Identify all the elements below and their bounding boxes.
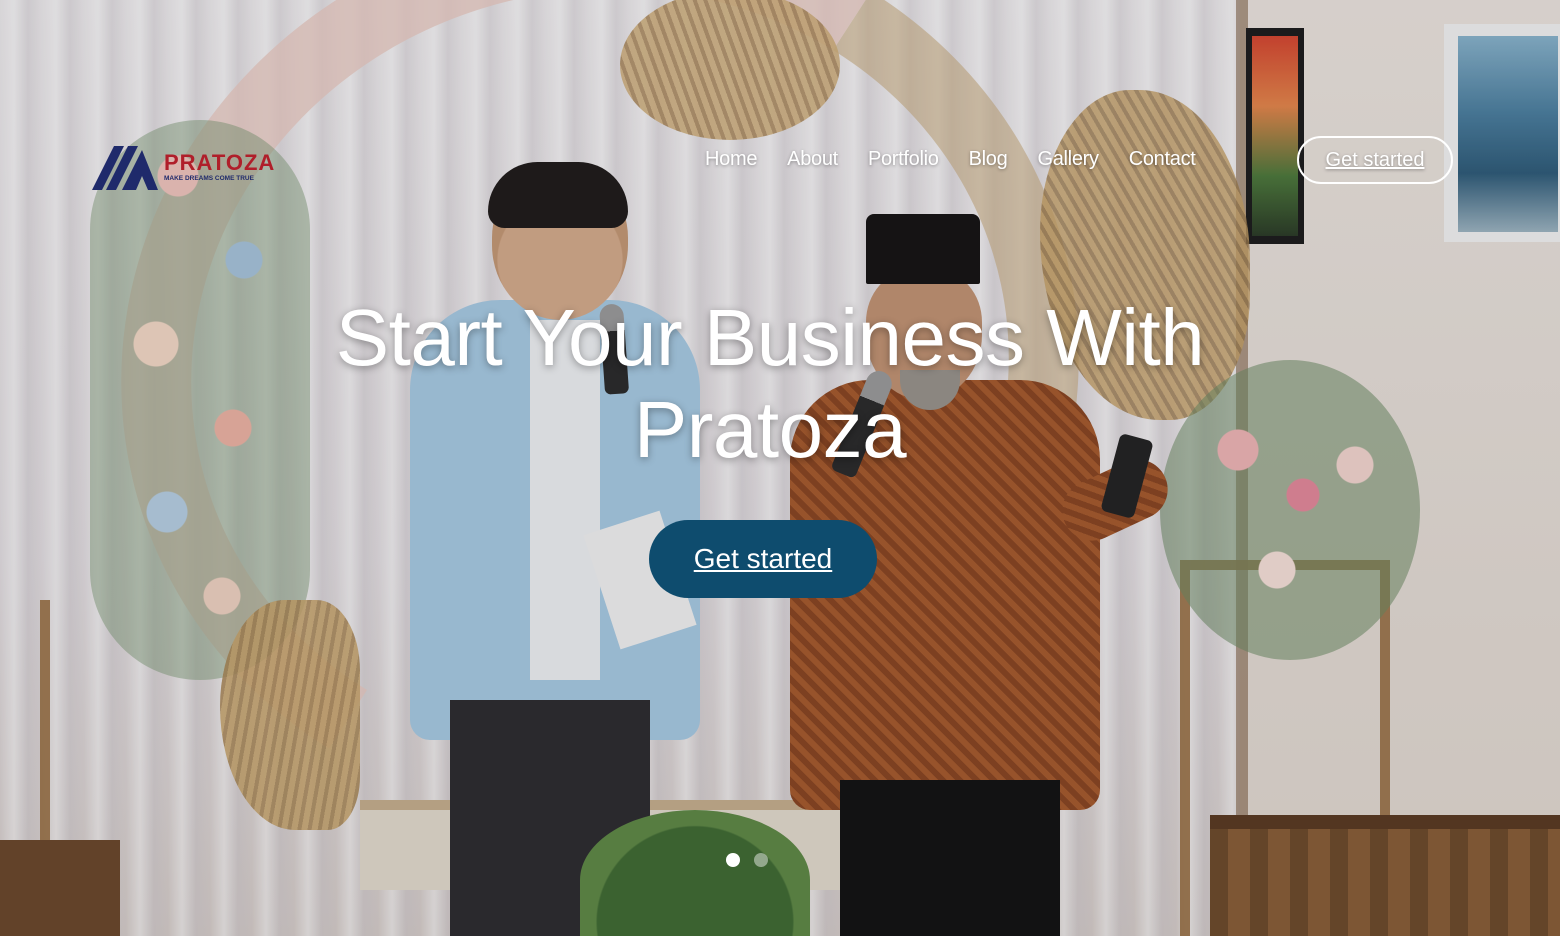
carousel-dot-1[interactable] — [726, 853, 740, 867]
carousel-indicators — [726, 853, 768, 867]
pratoza-logo-mark-icon — [92, 146, 158, 190]
hero-title: Start Your Business With Pratoza — [335, 293, 1205, 474]
nav-blog[interactable]: Blog — [954, 144, 1023, 175]
brand-tagline: MAKE DREAMS COME TRUE — [164, 175, 254, 182]
header-get-started-button[interactable]: Get started — [1297, 136, 1453, 184]
site-header: PRATOZA MAKE DREAMS COME TRUE Home About… — [0, 130, 1560, 190]
carousel-dot-2[interactable] — [754, 853, 768, 867]
brand-name: PRATOZA — [164, 150, 276, 175]
nav-contact[interactable]: Contact — [1114, 144, 1211, 175]
nav-about[interactable]: About — [772, 144, 853, 175]
nav-home[interactable]: Home — [690, 144, 772, 175]
main-navigation: Home About Portfolio Blog Gallery Contac… — [690, 144, 1211, 175]
brand-logo-link[interactable]: PRATOZA MAKE DREAMS COME TRUE — [92, 142, 274, 194]
nav-portfolio[interactable]: Portfolio — [853, 144, 954, 175]
hero-get-started-button[interactable]: Get started — [649, 520, 877, 598]
nav-gallery[interactable]: Gallery — [1022, 144, 1113, 175]
